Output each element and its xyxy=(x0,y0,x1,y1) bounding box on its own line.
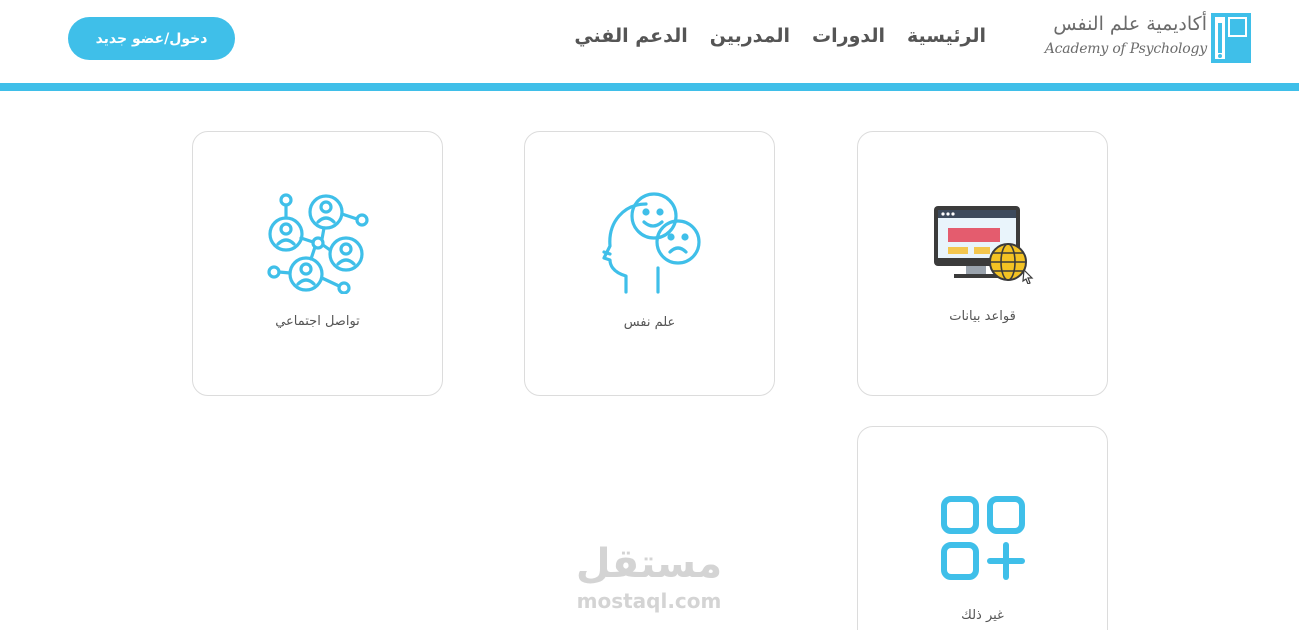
grid-plus-icon xyxy=(940,496,1025,580)
database-monitor-globe-icon xyxy=(933,206,1033,284)
head-emotions-icon xyxy=(601,192,701,294)
mostaql-watermark: مستقل mostaql.com xyxy=(569,540,729,620)
logo-mark-icon xyxy=(1211,13,1251,63)
category-card-databases[interactable]: قواعد بيانات xyxy=(857,131,1108,396)
main-nav: الرئيسية الدورات المدربين الدعم الفني xyxy=(574,22,986,50)
site-header: دخول/عضو جديد الرئيسية الدورات المدربين … xyxy=(0,0,1299,83)
login-register-button[interactable]: دخول/عضو جديد xyxy=(68,17,235,60)
category-card-social[interactable]: تواصل اجتماعي xyxy=(192,131,443,396)
category-label: تواصل اجتماعي xyxy=(275,314,360,329)
nav-item-home[interactable]: الرئيسية xyxy=(907,22,986,50)
category-label: غير ذلك xyxy=(961,608,1004,623)
social-network-icon xyxy=(266,193,369,294)
logo-arabic-text: أكاديمية علم النفس xyxy=(1053,13,1207,35)
site-logo[interactable]: أكاديمية علم النفس Academy of Psychology xyxy=(1041,13,1251,65)
category-card-other[interactable]: غير ذلك xyxy=(857,426,1108,630)
nav-item-support[interactable]: الدعم الفني xyxy=(574,22,687,50)
watermark-english-text: mostaql.com xyxy=(576,589,722,613)
watermark-arabic-text: مستقل xyxy=(575,541,723,587)
header-accent-bar xyxy=(0,83,1299,91)
nav-item-courses[interactable]: الدورات xyxy=(812,22,885,50)
category-label: علم نفس xyxy=(623,315,676,330)
logo-english-text: Academy of Psychology xyxy=(1044,41,1207,57)
nav-item-trainers[interactable]: المدربين xyxy=(710,22,790,50)
category-label: قواعد بيانات xyxy=(949,309,1016,324)
category-card-psychology[interactable]: علم نفس xyxy=(524,131,775,396)
